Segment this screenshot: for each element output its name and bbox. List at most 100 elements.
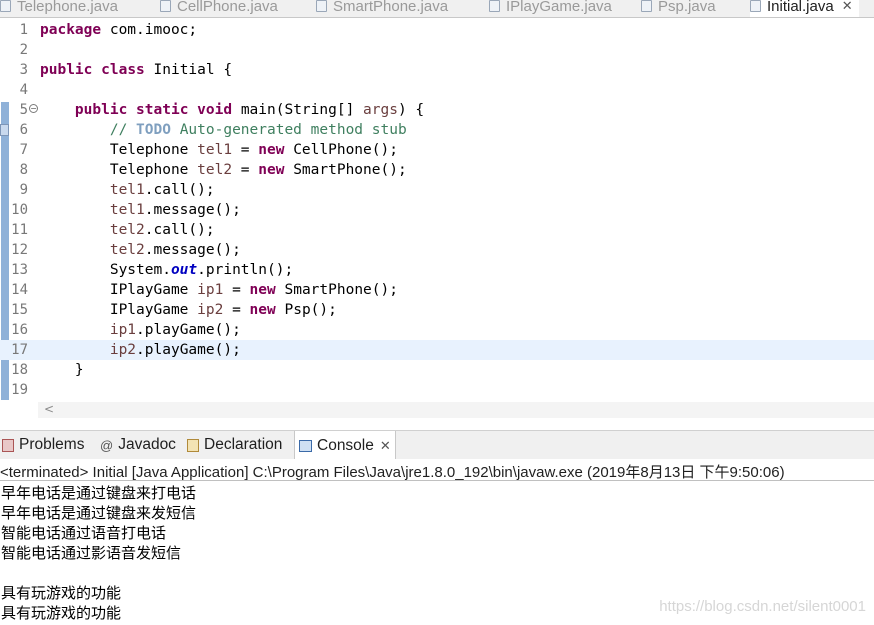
console-icon (299, 439, 312, 452)
code-text: package com.imooc; (40, 22, 198, 38)
code-text: tel1.call(); (109, 182, 215, 198)
line-number: 3 (19, 62, 28, 78)
code-line: 11 tel2.call(); (0, 220, 874, 240)
code-text: tel2.message(); (109, 242, 241, 258)
code-editor[interactable]: 1 package com.imooc; 2 3 public class In… (0, 18, 874, 400)
code-text: Telephone tel2 = new SmartPhone(); (40, 162, 407, 178)
line-number: 6 (19, 122, 28, 138)
java-file-icon (489, 0, 500, 12)
problems-icon (2, 438, 14, 452)
tab-label: Psp.java (658, 0, 716, 15)
line-number: 11 (11, 222, 28, 238)
tab-label: CellPhone.java (177, 0, 278, 15)
console-line: 智能电话通过语音打电话 (1, 524, 167, 542)
tab-label: Telephone.java (17, 0, 118, 15)
code-text: ip1.playGame(); (109, 322, 241, 338)
code-line-current: 17 ip2.playGame(); (0, 340, 874, 360)
tab-declaration[interactable]: Declaration (187, 431, 282, 459)
tab-psp-java[interactable]: Psp.java (641, 0, 716, 17)
tab-iplaygame-java[interactable]: IPlayGame.java (489, 0, 612, 17)
console-status-line: <terminated> Initial [Java Application] … (0, 464, 785, 481)
view-tab-strip: Problems @ Javadoc Declaration Console ✕ (0, 430, 874, 460)
code-line: 15 IPlayGame ip2 = new Psp(); (0, 300, 874, 320)
declaration-icon (187, 438, 199, 452)
code-line: 6 // TODO Auto-generated method stub (0, 120, 874, 140)
code-text: IPlayGame ip2 = new Psp(); (40, 302, 337, 318)
tab-label: IPlayGame.java (506, 0, 612, 15)
line-number: 10 (11, 202, 28, 218)
tab-label: Problems (19, 436, 85, 453)
console-line: 具有玩游戏的功能 (1, 604, 122, 622)
tab-smartphone-java[interactable]: SmartPhone.java (316, 0, 448, 17)
code-line: 1 package com.imooc; (0, 20, 874, 40)
code-text: } (40, 362, 84, 378)
line-number: 19 (11, 382, 28, 398)
code-text: ip2.playGame(); (109, 342, 241, 358)
code-line: 2 (0, 40, 874, 60)
line-number: 2 (19, 42, 28, 58)
scroll-left-icon[interactable]: < (44, 402, 54, 416)
editor-tab-strip: Telephone.java CellPhone.java SmartPhone… (0, 0, 874, 18)
tab-initial-java[interactable]: Initial.java ✕ (750, 0, 859, 17)
line-number: 8 (19, 162, 28, 178)
tab-label: Javadoc (118, 436, 176, 453)
tab-label: SmartPhone.java (333, 0, 449, 15)
console-line: 早年电话是通过键盘来打电话 (1, 484, 197, 502)
code-text: public class Initial { (40, 62, 233, 78)
fold-toggle-icon[interactable]: − (29, 104, 38, 113)
tab-javadoc[interactable]: @ Javadoc (100, 431, 176, 459)
line-number: 15 (11, 302, 28, 318)
java-file-icon (0, 0, 11, 12)
close-icon[interactable]: ✕ (380, 438, 391, 454)
horizontal-scrollbar[interactable]: < (38, 402, 874, 418)
code-line: 10 tel1.message(); (0, 200, 874, 220)
tab-problems[interactable]: Problems (2, 431, 84, 459)
line-number: 9 (19, 182, 28, 198)
code-line: 5 − public static void main(String[] arg… (0, 100, 874, 120)
code-line: 16 ip1.playGame(); (0, 320, 874, 340)
tab-telephone-java[interactable]: Telephone.java (0, 0, 118, 17)
code-line: 8 Telephone tel2 = new SmartPhone(); (0, 160, 874, 180)
line-number: 16 (11, 322, 28, 338)
java-file-icon (641, 0, 652, 12)
line-number: 7 (19, 142, 28, 158)
console-line: 具有玩游戏的功能 (1, 584, 122, 602)
console-line: 智能电话通过影语音发短信 (1, 544, 182, 562)
line-number: 4 (19, 82, 28, 98)
java-file-icon (316, 0, 327, 12)
line-number: 18 (11, 362, 28, 378)
line-number: 13 (11, 262, 28, 278)
console-output[interactable]: <terminated> Initial [Java Application] … (0, 459, 874, 625)
code-line: 4 (0, 80, 874, 100)
code-line: 18 } (0, 360, 874, 380)
code-line: 14 IPlayGame ip1 = new SmartPhone(); (0, 280, 874, 300)
tab-console[interactable]: Console ✕ (294, 431, 396, 460)
code-text: Telephone tel1 = new CellPhone(); (40, 142, 398, 158)
tab-label: Console (317, 436, 374, 454)
java-file-icon (160, 0, 171, 12)
javadoc-icon: @ (100, 437, 114, 453)
code-text: tel1.message(); (109, 202, 241, 218)
console-line: 早年电话是通过键盘来发短信 (1, 504, 197, 522)
code-line: 13 System.out.println(); (0, 260, 874, 280)
line-number: 12 (11, 242, 28, 258)
line-number: 17 (11, 342, 28, 358)
close-icon[interactable]: ✕ (842, 0, 853, 14)
code-line: 12 tel2.message(); (0, 240, 874, 260)
task-marker-icon (0, 124, 9, 136)
tab-cellphone-java[interactable]: CellPhone.java (160, 0, 278, 17)
divider (0, 480, 874, 481)
code-text: // TODO Auto-generated method stub (109, 122, 407, 138)
tab-label: Declaration (204, 436, 283, 453)
tab-label: Initial.java (767, 0, 834, 15)
line-number: 5 (19, 102, 28, 118)
line-number: 14 (11, 282, 28, 298)
watermark: https://blog.csdn.net/silent0001 (659, 598, 866, 615)
code-line: 3 public class Initial { (0, 60, 874, 80)
code-line: 19 (0, 380, 874, 400)
code-text: tel2.call(); (109, 222, 215, 238)
code-text: public static void main(String[] args) { (74, 102, 425, 118)
code-text: IPlayGame ip1 = new SmartPhone(); (40, 282, 398, 298)
java-file-icon (750, 0, 761, 12)
code-line: 9 tel1.call(); (0, 180, 874, 200)
